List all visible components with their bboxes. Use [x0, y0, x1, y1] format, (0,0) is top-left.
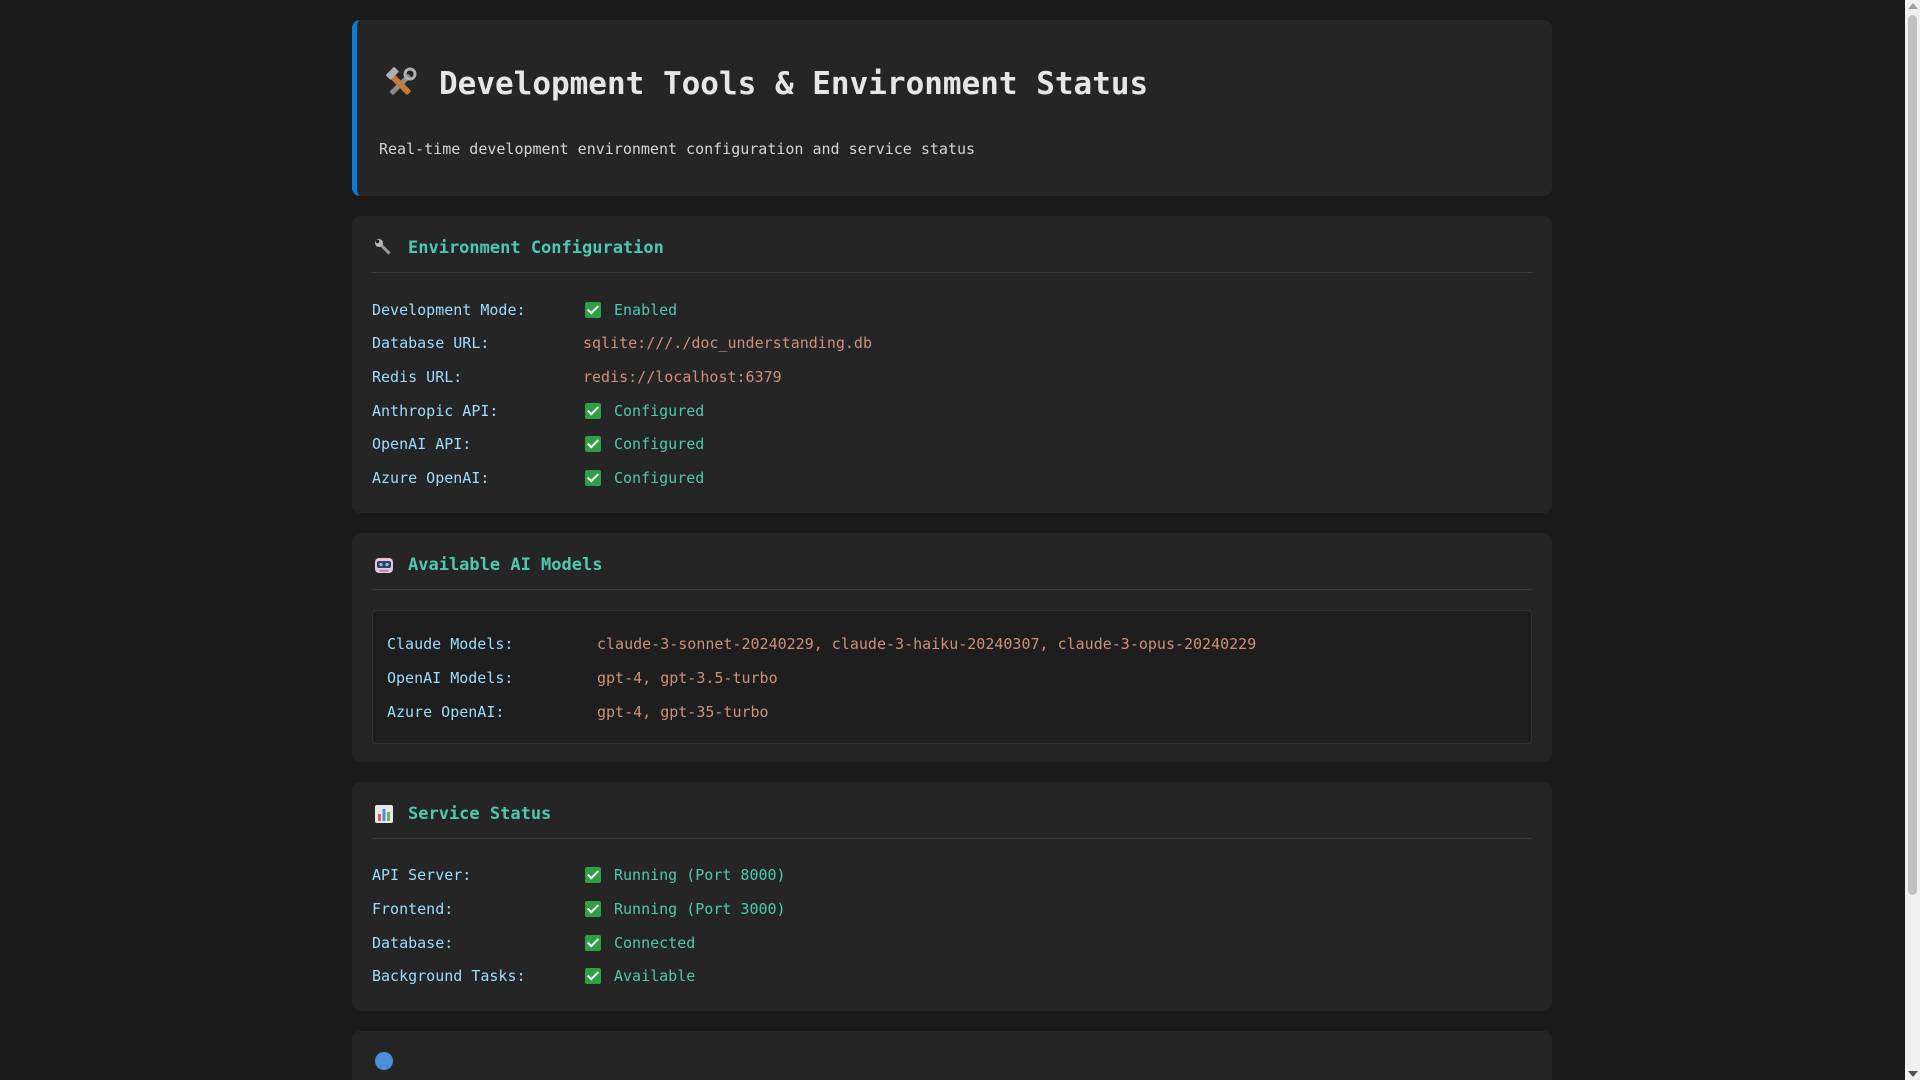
- environment-section-title: Environment Configuration: [372, 238, 1532, 273]
- info-icon: [374, 1051, 394, 1071]
- service-row-api-server: API Server: Running (Port 8000): [372, 859, 1532, 893]
- row-value: sqlite:///./doc_understanding.db: [583, 334, 872, 353]
- row-label: Redis URL:: [372, 367, 463, 386]
- status-text: Running (Port 8000): [614, 866, 786, 885]
- page-subtitle: Real-time development environment config…: [379, 140, 976, 158]
- row-label: Development Mode:: [372, 300, 526, 319]
- status-text: Running (Port 3000): [614, 899, 786, 918]
- check-icon: [585, 436, 601, 453]
- env-row-development-mode: Development Mode: Enabled: [372, 293, 1532, 327]
- row-value: Available: [583, 967, 695, 985]
- row-label: OpenAI Models:: [387, 668, 514, 687]
- scroll-down-arrow-icon[interactable]: [1908, 1071, 1918, 1077]
- row-label: Azure OpenAI:: [387, 702, 505, 721]
- section-title-text: Environment Configuration: [408, 238, 664, 258]
- row-value: gpt-4, gpt-3.5-turbo: [597, 668, 778, 687]
- section-title-text: Available AI Models: [408, 554, 603, 575]
- wrench-icon: [374, 238, 394, 258]
- section-title-text: Service Status: [408, 803, 552, 824]
- row-label: Frontend:: [372, 899, 454, 918]
- row-label: Claude Models:: [387, 634, 514, 653]
- model-row-openai: OpenAI Models: gpt-4, gpt-3.5-turbo: [387, 661, 1517, 695]
- vertical-scrollbar[interactable]: [1905, 0, 1920, 1080]
- row-value: redis://localhost:6379: [583, 367, 782, 386]
- header-card: Development Tools & Environment Status R…: [352, 20, 1552, 196]
- env-row-azure-openai: Azure OpenAI: Configured: [372, 461, 1532, 495]
- next-section-partial: [352, 1030, 1552, 1080]
- env-row-database-url: Database URL: sqlite:///./doc_understand…: [372, 327, 1532, 361]
- env-row-anthropic-api: Anthropic API: Configured: [372, 394, 1532, 428]
- models-box: Claude Models: claude-3-sonnet-20240229,…: [372, 609, 1532, 744]
- row-value: Configured: [583, 469, 704, 487]
- row-label: Azure OpenAI:: [372, 468, 490, 487]
- status-text: Available: [614, 967, 696, 986]
- status-text: Configured: [614, 401, 705, 420]
- row-label: API Server:: [372, 866, 472, 885]
- scrollbar-thumb[interactable]: [1908, 15, 1917, 895]
- status-text: Enabled: [614, 300, 678, 319]
- check-icon: [585, 301, 601, 318]
- scroll-up-arrow-icon[interactable]: [1908, 3, 1918, 9]
- check-icon: [585, 402, 601, 419]
- main-container: Development Tools & Environment Status R…: [352, 20, 1552, 1080]
- next-section-title: [372, 1051, 1532, 1071]
- bar-chart-icon: [374, 804, 394, 824]
- services-section-title: Service Status: [372, 804, 1532, 839]
- check-icon: [585, 900, 601, 917]
- page-title: Development Tools & Environment Status: [439, 66, 1149, 102]
- robot-icon: [374, 555, 394, 575]
- row-value: claude-3-sonnet-20240229, claude-3-haiku…: [597, 634, 1257, 653]
- service-row-frontend: Frontend: Running (Port 3000): [372, 892, 1532, 926]
- row-value: Configured: [583, 435, 704, 453]
- env-row-redis-url: Redis URL: redis://localhost:6379: [372, 360, 1532, 394]
- status-text: Configured: [614, 468, 705, 487]
- row-label: Database URL:: [372, 334, 490, 353]
- row-value: Running (Port 3000): [583, 900, 786, 918]
- row-value: Configured: [583, 402, 704, 420]
- models-section: Available AI Models Claude Models: claud…: [352, 532, 1552, 762]
- models-section-title: Available AI Models: [372, 555, 1532, 590]
- status-text: Configured: [614, 435, 705, 454]
- environment-section: Environment Configuration Development Mo…: [352, 216, 1552, 513]
- service-row-database: Database: Connected: [372, 926, 1532, 960]
- row-label: Background Tasks:: [372, 967, 526, 986]
- check-icon: [585, 934, 601, 951]
- row-value: Running (Port 8000): [583, 866, 786, 884]
- tools-icon: [383, 67, 417, 101]
- services-section: Service Status API Server: Running (Port…: [352, 781, 1552, 1011]
- check-icon: [585, 469, 601, 486]
- status-text: Connected: [614, 933, 696, 952]
- row-label: OpenAI API:: [372, 435, 472, 454]
- service-row-background-tasks: Background Tasks: Available: [372, 959, 1532, 993]
- check-icon: [585, 867, 601, 884]
- page: Development Tools & Environment Status R…: [0, 0, 1905, 1080]
- page-title-row: Development Tools & Environment Status: [379, 66, 1528, 102]
- check-icon: [585, 968, 601, 985]
- model-row-azure: Azure OpenAI: gpt-4, gpt-35-turbo: [387, 695, 1517, 729]
- row-value: gpt-4, gpt-35-turbo: [597, 702, 769, 721]
- row-value: Enabled: [583, 301, 677, 319]
- env-row-openai-api: OpenAI API: Configured: [372, 427, 1532, 461]
- model-row-claude: Claude Models: claude-3-sonnet-20240229,…: [387, 627, 1517, 661]
- row-value: Connected: [583, 934, 695, 952]
- row-label: Database:: [372, 933, 454, 952]
- row-label: Anthropic API:: [372, 401, 499, 420]
